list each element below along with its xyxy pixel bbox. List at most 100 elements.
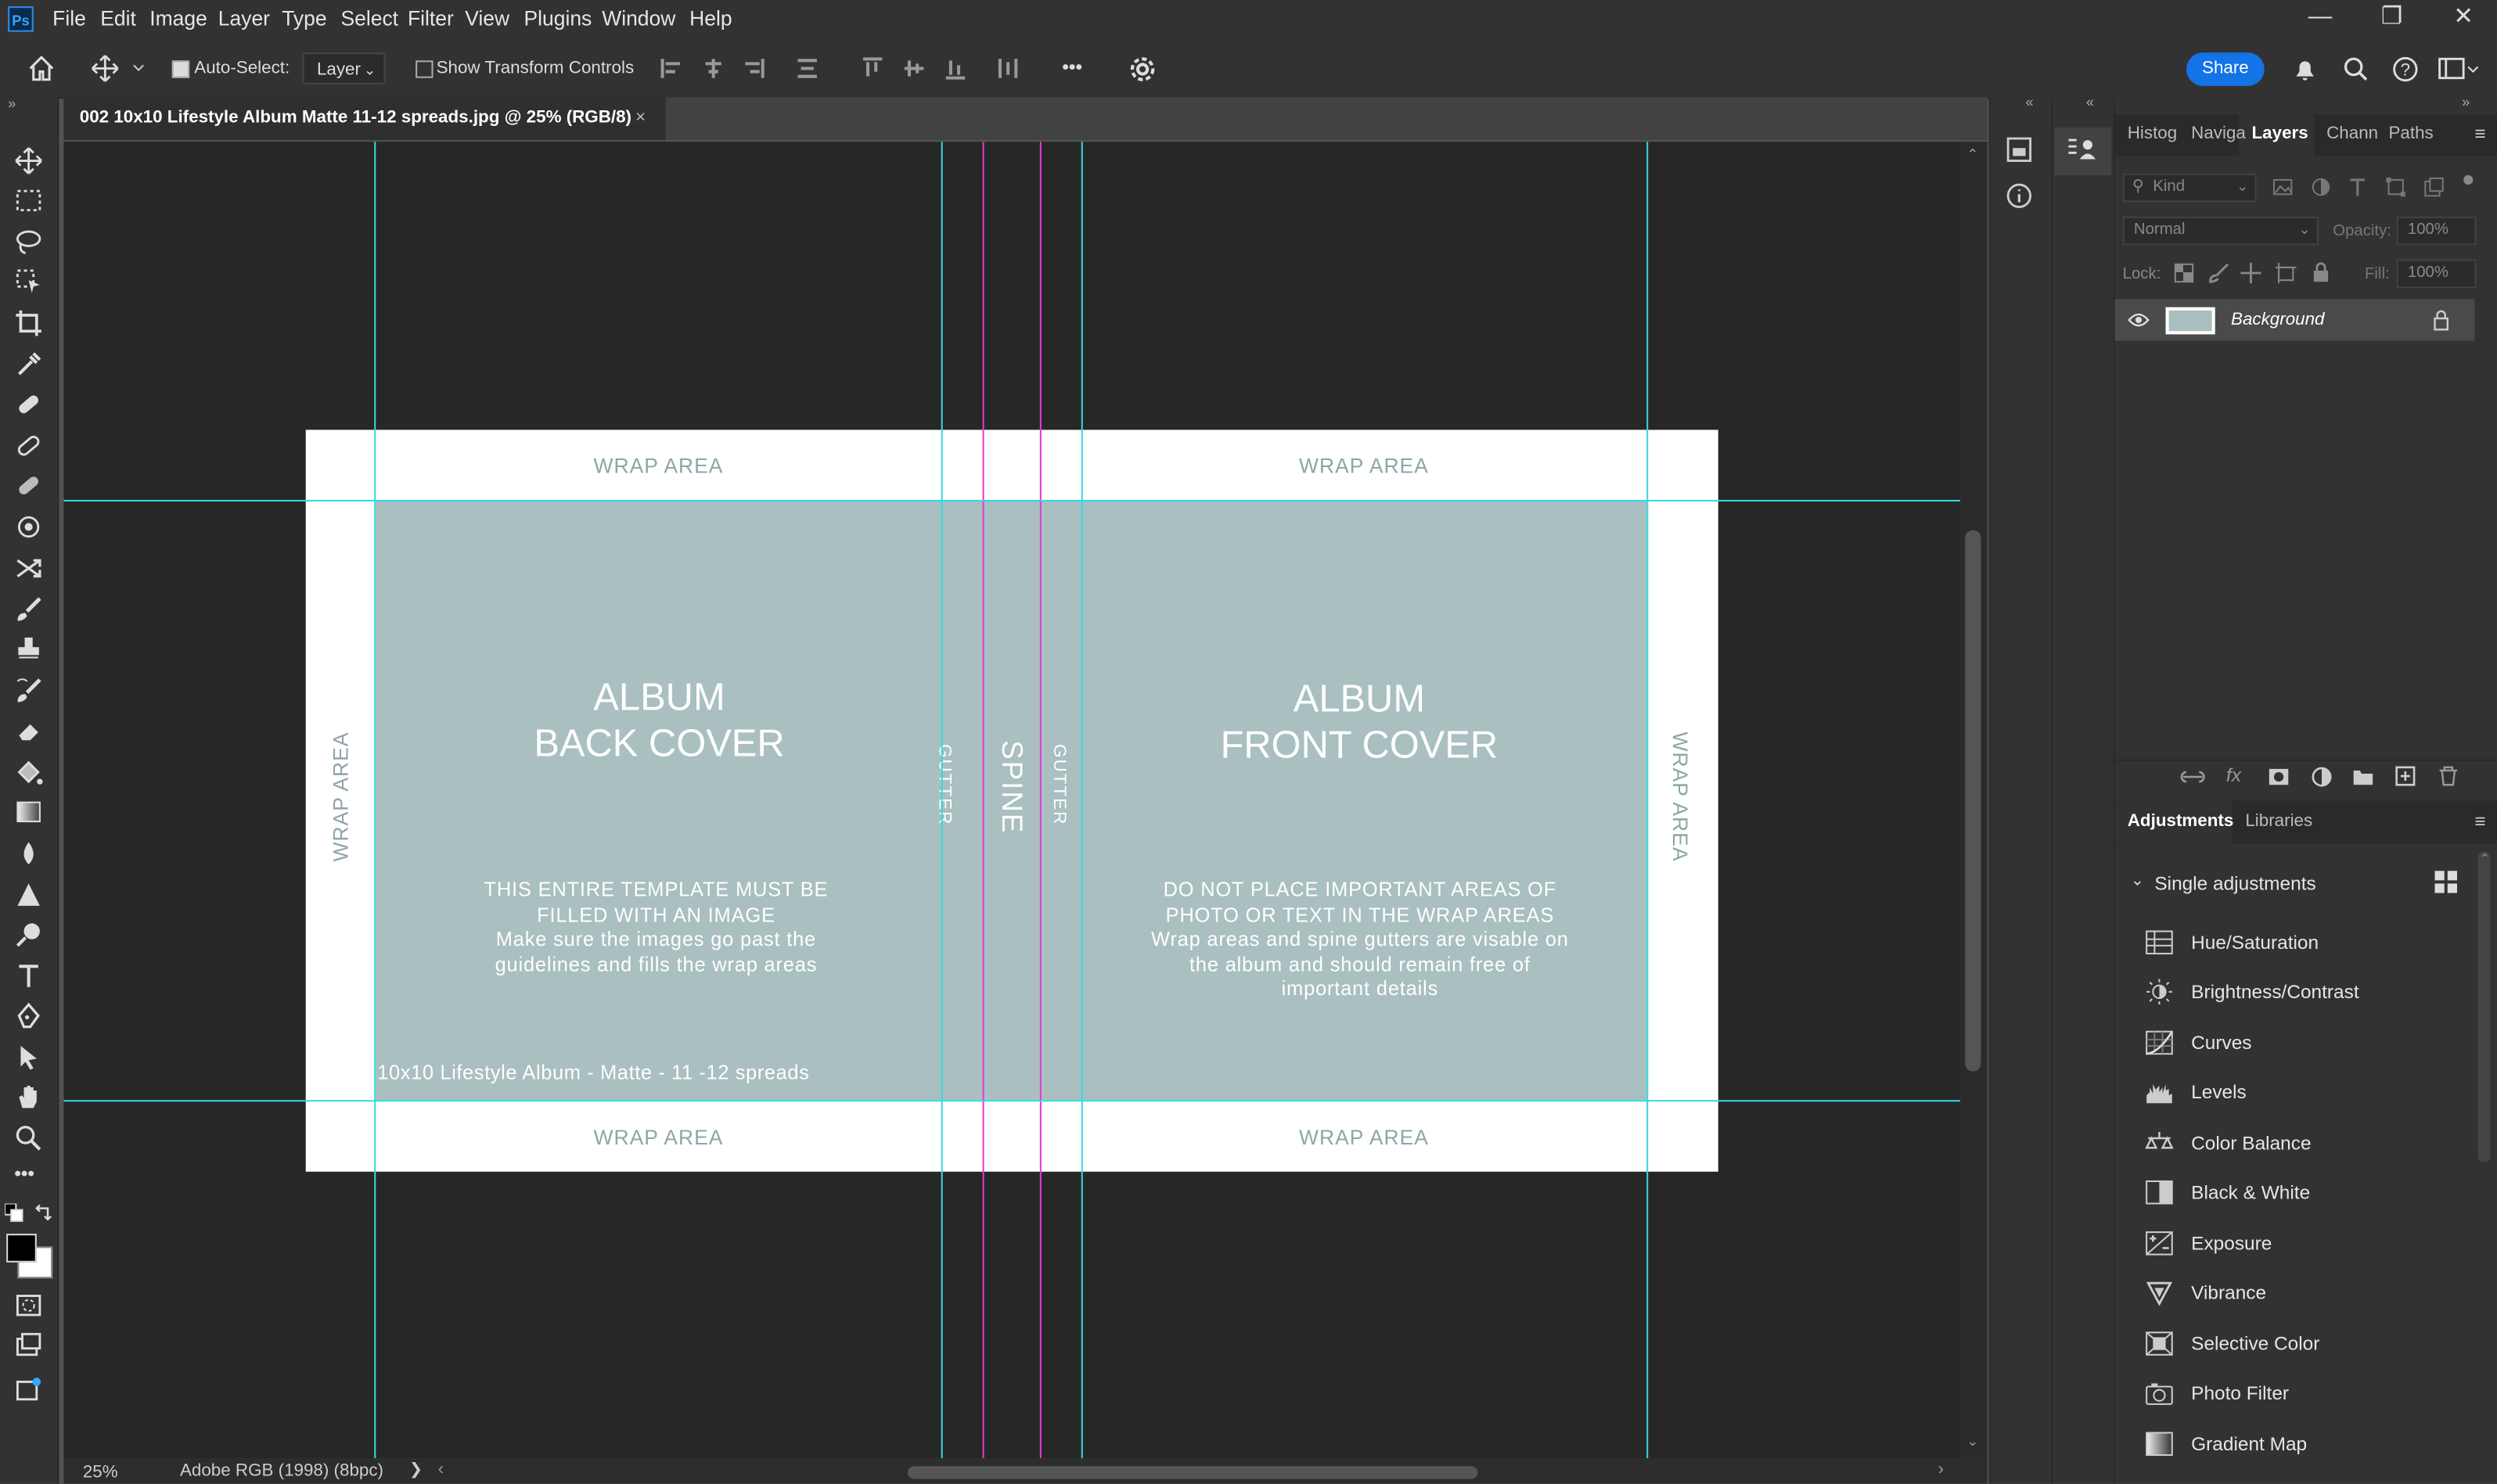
lock-image-pixels-icon[interactable] [2209, 263, 2229, 283]
history-brush-tool-icon[interactable] [14, 677, 43, 706]
workspace-icon[interactable] [2438, 57, 2480, 81]
path-selection-tool-icon[interactable] [14, 1043, 43, 1072]
gradient-tool-icon[interactable] [14, 798, 43, 827]
adjustment-exposure[interactable]: Exposure [2145, 1227, 2463, 1263]
align-horizontal-center-icon[interactable] [702, 57, 724, 79]
eraser-tool-icon[interactable] [14, 717, 43, 746]
close-tab-icon[interactable]: × [635, 97, 646, 140]
move-tool-icon[interactable] [14, 146, 43, 175]
lock-position-icon[interactable] [2240, 262, 2261, 284]
tab-histogram[interactable]: Histog [2128, 124, 2177, 143]
blend-mode-dropdown[interactable]: Normal ⌄ [2122, 216, 2319, 246]
red-eye-tool-icon[interactable] [14, 512, 43, 541]
opacity-field[interactable]: 100% [2396, 216, 2477, 246]
healing-brush-tool-icon[interactable] [14, 431, 43, 460]
minimize-button[interactable]: — [2283, 0, 2357, 38]
adjustment-black-white[interactable]: Black & White [2145, 1177, 2463, 1212]
menu-layer[interactable]: Layer [218, 6, 270, 31]
adjustment-layer-filter-icon[interactable] [2311, 177, 2331, 197]
lock-artboard-icon[interactable] [2276, 262, 2297, 284]
grid-view-icon[interactable] [2434, 871, 2458, 893]
new-adjustment-layer-icon[interactable] [2311, 766, 2333, 788]
distribute-vertical-icon[interactable] [997, 57, 1019, 79]
adjustment-photo-filter[interactable]: Photo Filter [2145, 1377, 2463, 1412]
clone-stamp-tool-icon[interactable] [14, 635, 43, 664]
tab-navigator[interactable]: Naviga [2191, 124, 2246, 143]
share-button[interactable]: Share [2186, 52, 2265, 86]
adjustment-curves[interactable]: Curves [2145, 1027, 2463, 1062]
swap-colors-icon[interactable] [34, 1203, 52, 1222]
align-left-icon[interactable] [660, 57, 683, 79]
guide-spine[interactable] [982, 142, 984, 1459]
align-vertical-center-icon[interactable] [903, 57, 925, 79]
sharpen-tool-icon[interactable] [14, 880, 43, 909]
restore-button[interactable]: ❐ [2355, 0, 2429, 38]
marquee-tool-icon[interactable] [14, 186, 43, 215]
adjustments-scrollbar[interactable] [2477, 851, 2491, 1162]
smart-object-filter-icon[interactable] [2423, 177, 2444, 197]
move-tool-icon[interactable] [91, 54, 120, 83]
add-mask-icon[interactable] [2268, 767, 2290, 786]
guide-horizontal[interactable] [63, 1100, 1961, 1102]
collapse-panels-icon[interactable]: « [2086, 94, 2094, 110]
document-tab[interactable]: 002 10x10 Lifestyle Album Matte 11-12 sp… [63, 97, 666, 141]
content-aware-move-tool-icon[interactable] [14, 554, 43, 583]
default-colors-icon[interactable] [5, 1203, 23, 1222]
align-bottom-icon[interactable] [944, 57, 966, 80]
horizontal-scroll-thumb[interactable] [907, 1466, 1478, 1479]
blur-tool-icon[interactable] [14, 839, 43, 868]
lasso-tool-icon[interactable] [14, 228, 43, 257]
canvas-area[interactable]: WRAP AREA WRAP AREA WRAP AREA WRAP AREA … [63, 142, 1961, 1459]
menu-help[interactable]: Help [689, 6, 732, 31]
spot-healing-tool-icon[interactable] [14, 390, 43, 419]
filter-toggle-icon[interactable] [2463, 174, 2474, 185]
guide-vertical[interactable] [374, 142, 376, 1459]
align-right-icon[interactable] [742, 57, 765, 79]
menu-view[interactable]: View [465, 6, 509, 31]
menu-file[interactable]: File [52, 6, 86, 31]
screen-mode-icon[interactable] [14, 1331, 43, 1360]
edit-toolbar-icon[interactable]: ••• [14, 1162, 34, 1184]
foreground-color-swatch[interactable] [6, 1234, 37, 1263]
tab-layers[interactable]: Layers [2251, 124, 2308, 143]
patch-tool-icon[interactable] [14, 471, 43, 500]
tab-paths[interactable]: Paths [2389, 124, 2434, 143]
scroll-down-icon[interactable]: ⌄ [1966, 1433, 1978, 1450]
adjustment-gradient-map[interactable]: Gradient Map [2145, 1428, 2463, 1463]
tab-adjustments[interactable]: Adjustments [2128, 812, 2234, 831]
more-options-icon[interactable]: ••• [1062, 56, 1082, 77]
guide-vertical[interactable] [1646, 142, 1649, 1459]
distribute-icon[interactable] [797, 57, 819, 79]
eye-icon[interactable] [2128, 312, 2150, 328]
tab-libraries[interactable]: Libraries [2245, 812, 2312, 831]
paint-bucket-tool-icon[interactable] [14, 758, 43, 787]
crop-tool-icon[interactable] [14, 309, 43, 338]
menu-image[interactable]: Image [149, 6, 207, 31]
menu-type[interactable]: Type [282, 6, 326, 31]
brush-tool-icon[interactable] [14, 595, 43, 624]
menu-window[interactable]: Window [602, 6, 675, 31]
help-icon[interactable]: ? [2392, 56, 2420, 83]
hand-tool-icon[interactable] [14, 1083, 43, 1112]
fill-field[interactable]: 100% [2396, 259, 2477, 289]
scroll-right-icon[interactable]: › [1938, 1460, 1944, 1479]
link-layers-icon[interactable] [2180, 767, 2206, 786]
chevron-down-icon[interactable]: ⌄ [2131, 872, 2144, 889]
guide-vertical[interactable] [1081, 142, 1083, 1459]
properties-panel-icon[interactable] [2005, 135, 2034, 164]
generative-tool-icon[interactable] [14, 1375, 43, 1404]
menu-edit[interactable]: Edit [100, 6, 136, 31]
guide-spine[interactable] [1039, 142, 1042, 1459]
new-group-icon[interactable] [2352, 767, 2374, 786]
scroll-up-icon[interactable]: ⌃ [1966, 146, 1978, 163]
shape-layer-filter-icon[interactable] [2385, 177, 2405, 197]
layer-style-icon[interactable]: fx [2226, 764, 2241, 786]
bell-icon[interactable] [2291, 56, 2319, 83]
menu-filter[interactable]: Filter [408, 6, 454, 31]
zoom-tool-icon[interactable] [14, 1124, 43, 1153]
auto-select-checkbox[interactable] [171, 60, 190, 78]
adjustment-levels[interactable]: Levels [2145, 1076, 2463, 1112]
type-tool-icon[interactable] [14, 961, 43, 990]
vertical-scroll-thumb[interactable] [1965, 530, 1981, 1072]
adjustment-selective-color[interactable]: Selective Color [2145, 1328, 2463, 1363]
